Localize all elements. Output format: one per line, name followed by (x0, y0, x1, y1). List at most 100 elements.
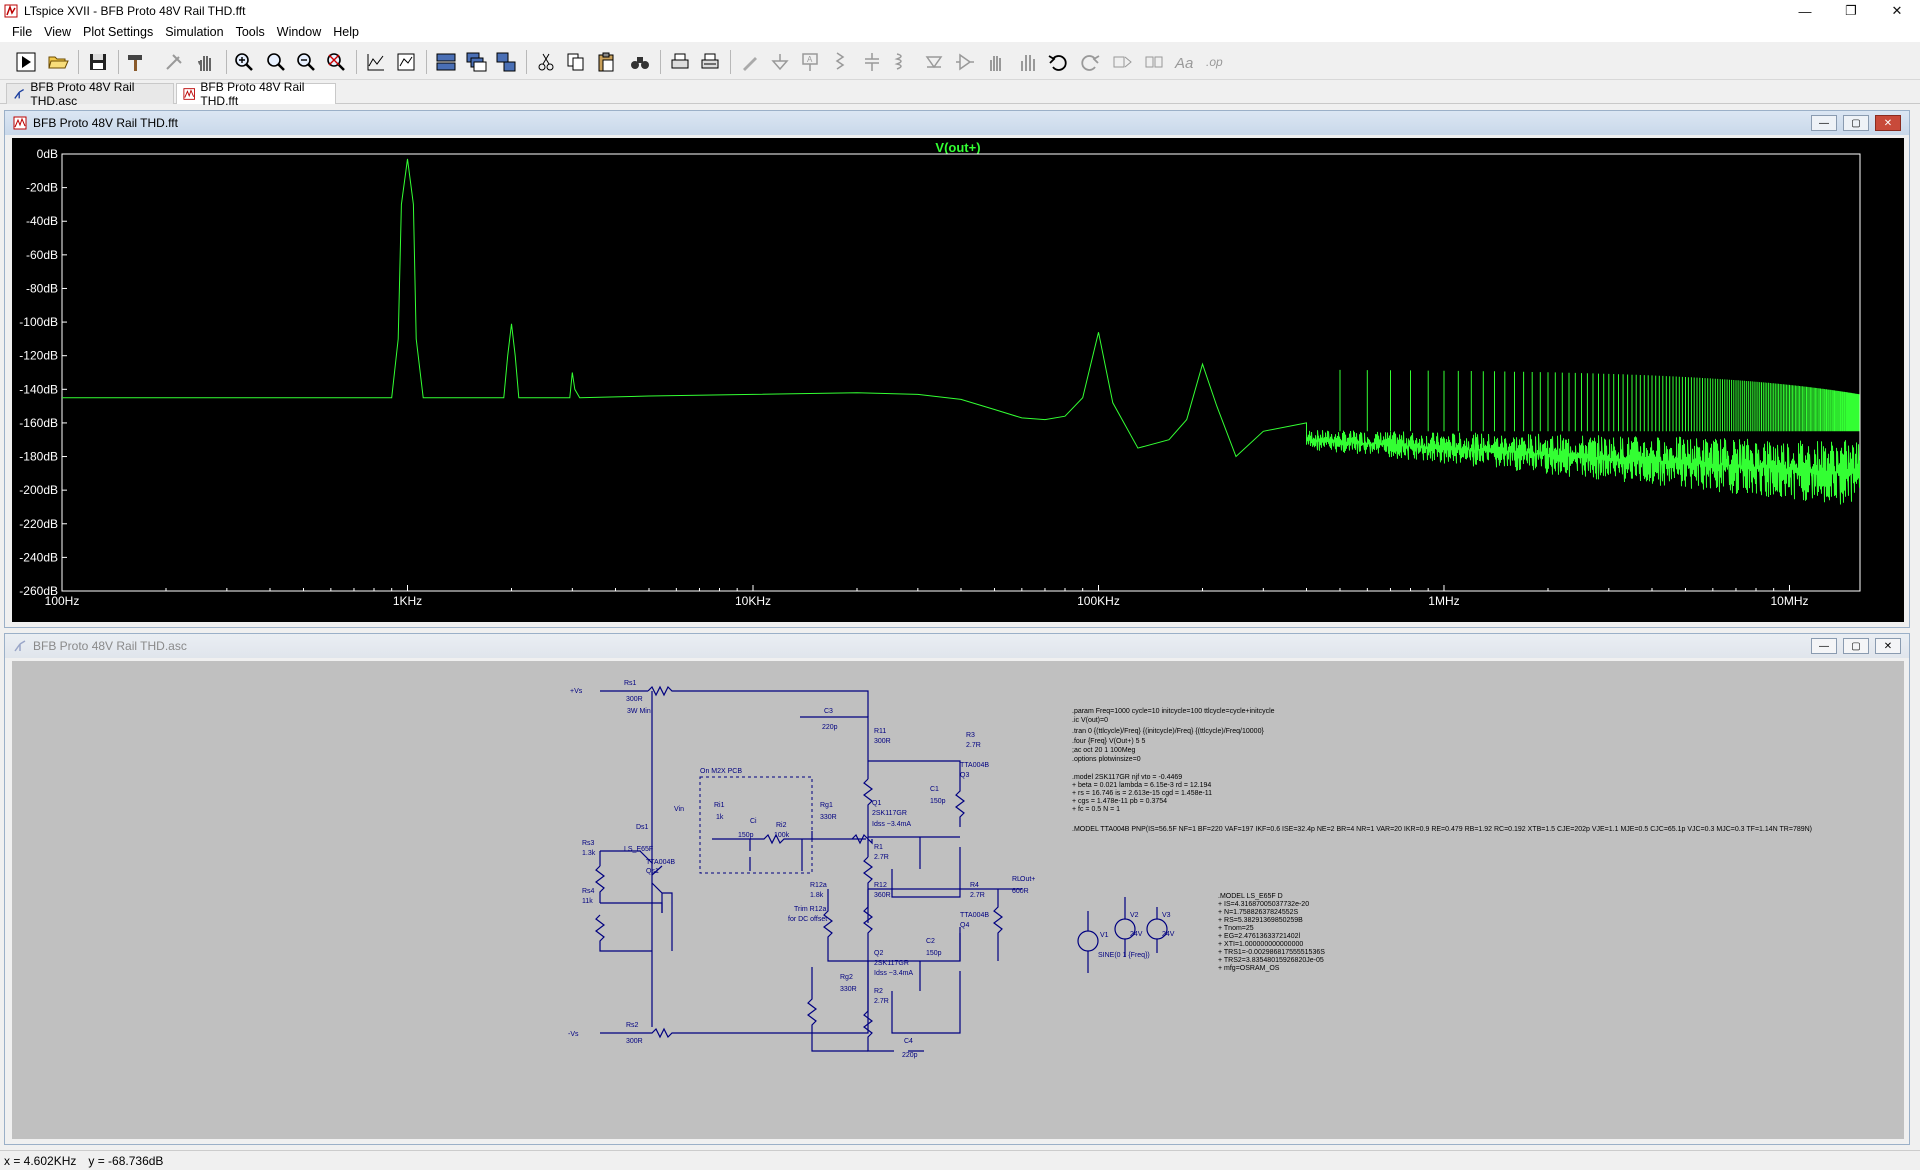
menu-help[interactable]: Help (327, 25, 365, 39)
schematic-label[interactable]: 2SK117GR (872, 810, 907, 817)
schematic-label[interactable]: 24V (1162, 931, 1175, 938)
schematic-label[interactable]: +Vs (570, 688, 583, 695)
schematic-label[interactable]: 360R (874, 892, 891, 899)
schematic-label[interactable]: 3W Min (627, 708, 651, 715)
schematic-label[interactable]: Ds1 (636, 824, 649, 831)
close-button[interactable]: ✕ (1874, 0, 1920, 22)
spice-directive[interactable]: + TRS2=3.83548015926820Je-05 (1218, 957, 1324, 964)
schematic-label[interactable]: 2SK117GR (874, 960, 909, 967)
schematic-label[interactable]: 220p (822, 724, 838, 731)
spice-directive[interactable]: + beta = 0.021 lambda = 6.15e-3 rd = 12.… (1072, 782, 1211, 789)
schematic-label[interactable]: 1.8k (810, 892, 824, 899)
schematic-label[interactable]: V3 (1162, 912, 1171, 919)
spice-directive[interactable]: + Tnom=25 (1218, 925, 1254, 932)
print-preview-button[interactable] (698, 50, 722, 74)
tab-schematic[interactable]: BFB Proto 48V Rail THD.asc (6, 80, 174, 108)
spice-directive[interactable]: .tran 0 {(ttlcycle)/Freq} {(initcycle)/F… (1072, 728, 1264, 735)
restore-button[interactable]: ❐ (1828, 0, 1874, 22)
zoom-fit-button[interactable] (324, 50, 348, 74)
spice-directive[interactable]: + IS=4.31687005037732e-20 (1218, 901, 1309, 908)
spice-directive[interactable]: .ic V(out)=0 (1072, 717, 1108, 724)
menu-plot-settings[interactable]: Plot Settings (77, 25, 159, 39)
spice-directive[interactable]: .MODEL TTA004B PNP(IS=56.5F NF=1 BF=220 … (1072, 826, 1812, 833)
schematic-label[interactable]: Trim R12a (794, 906, 827, 913)
schematic-label[interactable]: C3 (824, 708, 833, 715)
schematic-label[interactable]: 600R (1012, 888, 1029, 895)
schematic-label[interactable]: On M2X PCB (700, 768, 742, 775)
menu-view[interactable]: View (38, 25, 77, 39)
schematic-label[interactable]: 2.7R (874, 998, 889, 1005)
schematic-label[interactable]: TTA004B (646, 859, 675, 866)
redo-button[interactable] (1078, 50, 1102, 74)
zoom-in-button[interactable] (232, 50, 256, 74)
undo-button[interactable] (1046, 50, 1070, 74)
move-button[interactable] (984, 50, 1008, 74)
spice-directive[interactable]: + XTI=1.000000000000000 (1218, 941, 1303, 948)
schematic-label[interactable]: 300R (626, 696, 643, 703)
schematic-label[interactable]: Idss ~3.4mA (874, 970, 913, 977)
resistor-button[interactable] (828, 50, 852, 74)
schematic-label[interactable]: 1.3k (582, 850, 596, 857)
spice-directive[interactable]: + RS=5.38291369850259B (1218, 917, 1303, 924)
schematic-label[interactable]: Vin (674, 806, 684, 813)
spice-directive[interactable]: .four {Freq} V(Out+) 5 5 (1072, 738, 1145, 745)
copy-button[interactable] (564, 50, 588, 74)
schematic-label[interactable]: Idss ~3.4mA (872, 821, 911, 828)
schematic-label[interactable]: 150p (930, 798, 946, 805)
schematic-label[interactable]: Ri2 (776, 822, 787, 829)
spice-directive[interactable]: + rs = 16.746 is = 2.613e-15 cgd = 1.458… (1072, 790, 1212, 797)
schematic-label[interactable]: 24V (1130, 931, 1143, 938)
spice-directive[interactable]: ;ac oct 20 1 100Meg (1072, 747, 1136, 754)
schematic-label[interactable]: 300R (626, 1038, 643, 1045)
find-button[interactable] (628, 50, 652, 74)
schematic-label[interactable]: -Vs (568, 1031, 579, 1038)
schematic-label[interactable]: 2.7R (966, 742, 981, 749)
schematic-label[interactable]: Rs4 (582, 888, 595, 895)
schematic-label[interactable]: SINE(0 1 {Freq}) (1098, 952, 1150, 959)
schematic-label[interactable]: for DC offset (788, 916, 827, 923)
spice-directive[interactable]: .options plotwinsize=0 (1072, 756, 1141, 763)
trace-label-vout[interactable]: V(out+) (935, 140, 980, 155)
schematic-label[interactable]: RL (1012, 876, 1021, 883)
spice-directive[interactable]: + cgs = 1.478e-11 pb = 0.3754 (1072, 798, 1167, 805)
schematic-label[interactable]: R4 (970, 882, 979, 889)
plot-maximize-button[interactable]: ▢ (1843, 115, 1869, 131)
spice-directive[interactable]: .param Freq=1000 cycle=10 initcycle=100 … (1072, 708, 1275, 715)
schematic-label[interactable]: Rs2 (626, 1022, 639, 1029)
open-button[interactable] (46, 50, 70, 74)
schematic-label[interactable]: 150p (926, 950, 942, 957)
label-net-button[interactable]: A (798, 50, 822, 74)
schematic-label[interactable]: Out+ (1020, 876, 1035, 883)
control-panel-button[interactable] (124, 50, 148, 74)
spice-directive[interactable]: + N=1.75882637824552S (1218, 909, 1299, 916)
schematic-label[interactable]: Rg1 (820, 802, 833, 809)
x-axis[interactable]: 100Hz 1KHz 10KHz 100KHz 1MHz 10MHz (45, 585, 1809, 608)
schematic-close-button[interactable]: ✕ (1875, 638, 1901, 654)
spice-directive-button[interactable]: .op (1204, 50, 1228, 74)
autorange-button[interactable] (364, 50, 388, 74)
schematic-label[interactable]: 330R (820, 814, 837, 821)
schematic-label[interactable]: Q1 (872, 800, 881, 807)
menu-file[interactable]: File (6, 25, 38, 39)
halt-button[interactable] (162, 50, 186, 74)
fft-plot[interactable]: V(out+) 0dB -20dB -40dB -60dB -80dB -100dB -12… (12, 138, 1904, 622)
save-button[interactable] (86, 50, 110, 74)
tile-vertical-button[interactable] (494, 50, 518, 74)
schematic-label[interactable]: V1 (1100, 932, 1109, 939)
schematic-label[interactable]: 2.7R (874, 854, 889, 861)
schematic-label[interactable]: Rs3 (582, 840, 595, 847)
capacitor-button[interactable] (860, 50, 884, 74)
schematic-minimize-button[interactable]: — (1811, 638, 1837, 654)
schematic-label[interactable]: Q4 (960, 922, 969, 929)
mirror-button[interactable] (1142, 50, 1166, 74)
plot-minimize-button[interactable]: — (1811, 115, 1837, 131)
schematic-label[interactable]: R1 (874, 844, 883, 851)
schematic-label[interactable]: C2 (926, 938, 935, 945)
cascade-button[interactable] (464, 50, 488, 74)
paste-button[interactable] (594, 50, 618, 74)
schematic-label[interactable]: TTA004B (960, 912, 989, 919)
schematic-canvas[interactable]: +Vs Rs1 300R 3W Min -Vs Rs2 300R Rs3 1.3k Rs4 11k D… (12, 661, 1904, 1139)
schematic-label[interactable]: TTA004B (960, 762, 989, 769)
menu-tools[interactable]: Tools (230, 25, 271, 39)
print-button[interactable] (668, 50, 692, 74)
